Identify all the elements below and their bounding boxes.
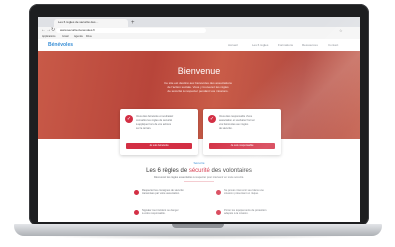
- hero-text-line: de sécurité à respecter pendant vos miss…: [167, 89, 229, 93]
- card-text-line: vos bénévoles aux règles: [219, 123, 249, 126]
- card-text-line: sur le terrain.: [136, 127, 152, 130]
- card-text-line: Vous êtes responsable d'une: [219, 115, 253, 118]
- rule-text-line: adaptés à la mission.: [224, 212, 249, 216]
- volunteer-button[interactable]: Je suis bénévole: [126, 143, 192, 149]
- site-logo[interactable]: Bénévoles: [48, 42, 73, 48]
- nav-item[interactable]: Ressources: [302, 43, 318, 47]
- rule-item: Porter les équipements de protection ada…: [216, 209, 286, 219]
- rule-bullet-icon: [216, 190, 221, 195]
- rule-text-line: situation présentant un risque.: [224, 192, 259, 196]
- reload-icon[interactable]: ↻: [51, 27, 55, 34]
- browser-chrome: Les 6 règles de sécurité des… + ← → ↻ ww…: [38, 17, 360, 40]
- bookmark-star-icon[interactable]: ☆: [339, 28, 343, 33]
- card-text-line: connaître les règles de sécurité: [136, 119, 173, 122]
- section-title-end: des volontaires: [209, 168, 252, 174]
- section-label: Sécurité: [193, 161, 205, 165]
- rule-bullet-icon: [134, 190, 139, 195]
- card-text-line: Vous êtes bénévole et souhaitez: [136, 115, 174, 118]
- card-text-line: à appliquer lors de vos actions: [136, 123, 172, 126]
- tab-title: Les 6 règles de sécurité des…: [58, 20, 99, 24]
- nav-item[interactable]: Les 6 règles: [252, 43, 268, 47]
- website: Bénévoles Accueil Les 6 règles Formation…: [38, 39, 360, 222]
- rule-bullet-icon: [134, 210, 139, 215]
- manager-card: ✓ Vous êtes responsable d'une associatio…: [203, 109, 281, 155]
- url-text: www.securite-benevoles.fr: [60, 28, 96, 32]
- laptop-screen: Les 6 règles de sécurité des… + ← → ↻ ww…: [38, 17, 360, 222]
- nav-item[interactable]: Contact: [328, 43, 338, 47]
- nav-item[interactable]: Formations: [278, 43, 293, 47]
- card-text-line: de sécurité.: [219, 127, 233, 130]
- check-icon: ✓: [208, 115, 216, 123]
- browser-tab[interactable]: Les 6 règles de sécurité des…: [54, 19, 128, 27]
- rule-text-line: à votre responsable.: [142, 212, 166, 216]
- rule-item: Respecter les consignes de sécurité tran…: [134, 189, 204, 199]
- card-text-line: association et souhaitez former: [219, 119, 255, 122]
- volunteer-card: ✓ Vous êtes bénévole et souhaitez connaî…: [120, 109, 198, 155]
- rule-bullet-icon: [216, 210, 221, 215]
- rule-item: Ne jamais intervenir seul dans une situa…: [216, 189, 286, 199]
- section-subtitle: Découvrez les règles essentielles à resp…: [153, 176, 245, 179]
- hero-banner: Bienvenue Ce site est destiné aux bénévo…: [38, 51, 360, 139]
- address-bar[interactable]: www.securite-benevoles.fr: [56, 28, 206, 33]
- check-icon: ✓: [125, 115, 133, 123]
- rule-item: Signaler tout incident ou danger à votre…: [134, 209, 204, 219]
- section-title: Les 6 règles de sécurité des volontaires: [38, 168, 360, 174]
- laptop-hinge-notch: [172, 224, 224, 228]
- section-divider: [184, 181, 214, 182]
- site-header: Bénévoles Accueil Les 6 règles Formation…: [38, 39, 360, 51]
- hero-title: Bienvenue: [177, 66, 221, 76]
- section-title-start: Les 6 règles de: [146, 168, 189, 174]
- rule-text-line: transmises par votre association.: [142, 192, 180, 196]
- section-title-highlight: sécurité: [188, 168, 210, 174]
- manager-button[interactable]: Je suis responsable: [209, 143, 275, 149]
- new-tab-button[interactable]: +: [131, 20, 135, 26]
- nav-item[interactable]: Accueil: [228, 43, 238, 47]
